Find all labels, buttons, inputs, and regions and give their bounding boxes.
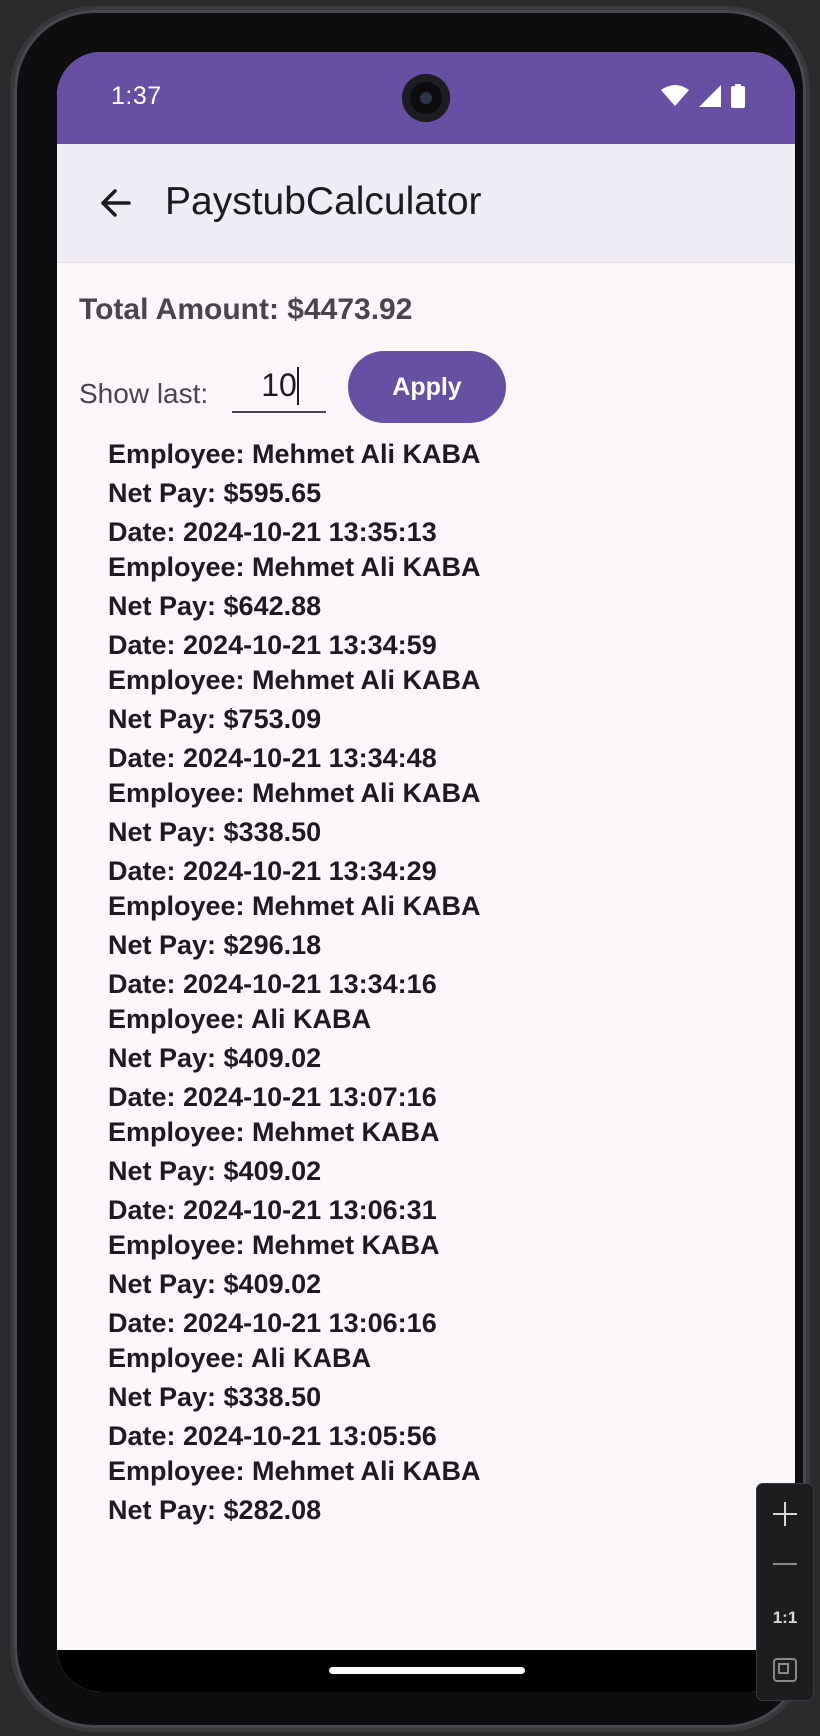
apply-button[interactable]: Apply (348, 351, 506, 423)
battery-icon (731, 84, 745, 108)
pay-date: Date: 2024-10-21 13:06:31 (108, 1195, 437, 1225)
list-item: Employee: Ali KABA Net Pay: $409.02 Date… (108, 1000, 758, 1113)
list-item: Employee: Mehmet Ali KABA Net Pay: $642.… (108, 548, 758, 661)
list-item: Employee: Mehmet Ali KABA Net Pay: $338.… (108, 774, 758, 887)
actual-size-button[interactable]: 1:1 (757, 1592, 813, 1644)
list-item: Employee: Mehmet KABA Net Pay: $409.02 D… (108, 1226, 758, 1339)
pay-date: Date: 2024-10-21 13:34:48 (108, 743, 437, 773)
employee-name: Employee: Mehmet Ali KABA (108, 439, 481, 469)
net-pay: Net Pay: $409.02 (108, 1156, 322, 1186)
front-camera (402, 74, 450, 122)
back-button[interactable] (85, 173, 145, 233)
net-pay: Net Pay: $338.50 (108, 817, 322, 847)
fit-screen-button[interactable] (757, 1644, 813, 1696)
list-item: Employee: Mehmet Ali KABA Net Pay: $296.… (108, 887, 758, 1000)
pay-date: Date: 2024-10-21 13:34:29 (108, 856, 437, 886)
list-item: Employee: Mehmet KABA Net Pay: $409.02 D… (108, 1113, 758, 1226)
employee-name: Employee: Mehmet KABA (108, 1230, 440, 1260)
emulator-zoom-controls: 1:1 (757, 1484, 813, 1700)
paystub-list: Employee: Mehmet Ali KABA Net Pay: $595.… (108, 435, 758, 1565)
status-time: 1:37 (111, 82, 162, 110)
list-item: Employee: Ali KABA Net Pay: $338.50 Date… (108, 1339, 758, 1452)
net-pay: Net Pay: $296.18 (108, 930, 322, 960)
show-last-label: Show last: (79, 378, 209, 409)
employee-name: Employee: Mehmet Ali KABA (108, 891, 481, 921)
net-pay: Net Pay: $595.65 (108, 478, 322, 508)
status-icons (661, 82, 745, 110)
phone-screen: 1:37 PaystubCalculator Total Amount: $44… (57, 52, 795, 1692)
list-item: Employee: Mehmet Ali KABA Net Pay: $753.… (108, 661, 758, 774)
employee-name: Employee: Ali KABA (108, 1343, 372, 1373)
top-app-bar: PaystubCalculator (57, 144, 795, 263)
net-pay: Net Pay: $409.02 (108, 1043, 322, 1073)
status-bar: 1:37 (57, 52, 795, 144)
pay-date: Date: 2024-10-21 13:35:13 (108, 517, 437, 547)
zoom-in-button[interactable] (757, 1488, 813, 1540)
home-gesture-handle[interactable] (329, 1667, 525, 1674)
pay-date: Date: 2024-10-21 13:07:16 (108, 1082, 437, 1112)
pay-date: Date: 2024-10-21 13:06:16 (108, 1308, 437, 1338)
employee-name: Employee: Ali KABA (108, 1004, 372, 1034)
pay-date: Date: 2024-10-21 13:05:56 (108, 1421, 437, 1451)
pay-date: Date: 2024-10-21 13:34:59 (108, 630, 437, 660)
employee-name: Employee: Mehmet KABA (108, 1117, 440, 1147)
plus-icon (773, 1502, 797, 1526)
net-pay: Net Pay: $642.88 (108, 591, 322, 621)
show-last-input[interactable] (232, 359, 326, 413)
employee-name: Employee: Mehmet Ali KABA (108, 665, 481, 695)
app-title: PaystubCalculator (165, 180, 482, 223)
pay-date (108, 1530, 758, 1565)
wifi-icon (661, 85, 689, 106)
employee-name: Employee: Mehmet Ali KABA (108, 1456, 481, 1486)
navigation-bar (57, 1650, 795, 1692)
device-frame: 1:37 PaystubCalculator Total Amount: $44… (14, 10, 806, 1728)
net-pay: Net Pay: $338.50 (108, 1382, 322, 1412)
total-amount: Total Amount: $4473.92 (79, 293, 413, 326)
minus-icon (773, 1563, 797, 1565)
employee-name: Employee: Mehmet Ali KABA (108, 778, 481, 808)
pay-date: Date: 2024-10-21 13:34:16 (108, 969, 437, 999)
net-pay: Net Pay: $282.08 (108, 1495, 322, 1525)
text-cursor (297, 367, 299, 405)
list-item: Employee: Mehmet Ali KABA Net Pay: $282.… (108, 1452, 758, 1565)
fit-screen-icon (773, 1658, 797, 1682)
cell-signal-icon (699, 85, 721, 107)
net-pay: Net Pay: $753.09 (108, 704, 322, 734)
net-pay: Net Pay: $409.02 (108, 1269, 322, 1299)
list-item: Employee: Mehmet Ali KABA Net Pay: $595.… (108, 435, 758, 548)
employee-name: Employee: Mehmet Ali KABA (108, 552, 481, 582)
arrow-back-icon (101, 189, 131, 217)
zoom-out-button[interactable] (757, 1538, 813, 1590)
